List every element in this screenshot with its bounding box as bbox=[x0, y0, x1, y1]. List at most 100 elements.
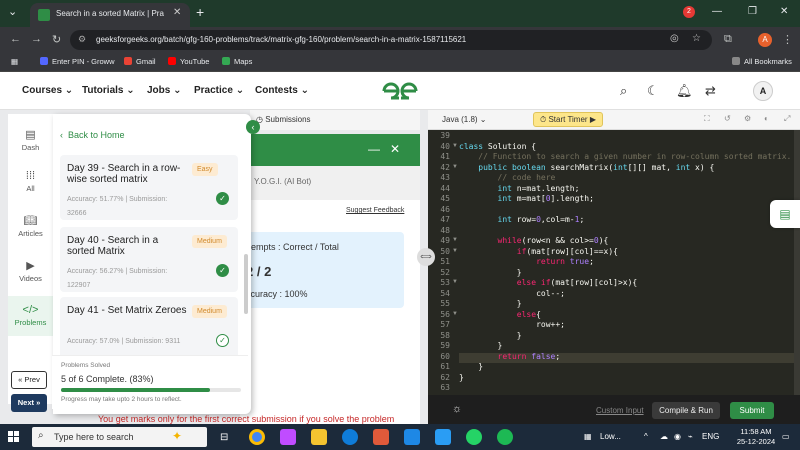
windows-start-icon[interactable] bbox=[8, 431, 20, 443]
task-view-icon[interactable]: ⊟ bbox=[220, 432, 228, 443]
onedrive-icon[interactable]: ☁ bbox=[660, 432, 668, 441]
panel-scrollbar[interactable] bbox=[244, 254, 248, 314]
gfg-logo[interactable] bbox=[380, 80, 420, 102]
chat-icon[interactable]: ▤ bbox=[770, 200, 800, 228]
weather-icon[interactable]: ▦ bbox=[584, 432, 592, 441]
chrome-icon[interactable] bbox=[249, 429, 265, 445]
fold-arrow-icon[interactable]: ▼ bbox=[452, 248, 458, 254]
fold-arrow-icon[interactable]: ▼ bbox=[452, 143, 458, 149]
settings-icon[interactable]: ⚙ bbox=[744, 114, 751, 123]
bookmark-gmail[interactable]: Gmail bbox=[124, 57, 156, 66]
nav-contests[interactable]: Contests ⌄ bbox=[255, 85, 309, 96]
problem-card[interactable]: Day 40 - Search in a sorted Matrix Accur… bbox=[60, 227, 238, 292]
expand-icon[interactable]: ⤢ bbox=[784, 114, 790, 124]
next-button[interactable]: Next » bbox=[11, 394, 47, 412]
minimize-icon[interactable]: — bbox=[712, 6, 722, 17]
store-icon[interactable] bbox=[373, 429, 389, 445]
minimize-icon[interactable]: — bbox=[368, 142, 380, 156]
taskbar-search-input[interactable]: ⌕ Type here to search ✦ bbox=[32, 427, 207, 447]
eye-off-icon[interactable]: ◎ bbox=[670, 33, 679, 44]
extensions-icon[interactable]: ⧉ bbox=[724, 33, 732, 46]
browser-tab[interactable]: Search in a sorted Matrix | Prac ✕ bbox=[30, 3, 190, 27]
line-number: 62 bbox=[440, 372, 450, 382]
pane-splitter-handle[interactable]: ⟺ bbox=[417, 248, 435, 266]
new-tab-icon[interactable]: + bbox=[196, 4, 204, 20]
bookmark-groww[interactable]: Enter PIN - Groww bbox=[40, 57, 115, 66]
profile-avatar[interactable]: A bbox=[758, 33, 772, 47]
fold-arrow-icon[interactable]: ▼ bbox=[452, 311, 458, 317]
taskbar-clock[interactable]: 11:58 AM 25-12-2024 bbox=[736, 427, 776, 447]
fold-arrow-icon[interactable]: ▼ bbox=[452, 237, 458, 243]
copilot-icon[interactable] bbox=[280, 429, 296, 445]
code-line: // code here bbox=[497, 173, 556, 182]
search-icon[interactable]: ⌕ bbox=[620, 83, 627, 99]
sidebar-item-articles[interactable]: 📖︎ Articles bbox=[8, 214, 53, 238]
gfg-favicon-icon bbox=[38, 9, 50, 21]
suggest-feedback-link[interactable]: Suggest Feedback bbox=[346, 207, 404, 214]
notification-center-icon[interactable]: ▭ bbox=[782, 432, 790, 441]
problem-card[interactable]: Day 41 - Set Matrix Zeroes Accuracy: 57.… bbox=[60, 297, 238, 362]
back-arrow-icon[interactable]: ← bbox=[10, 33, 21, 45]
camera-icon[interactable]: ◉ bbox=[674, 432, 681, 441]
tray-chevron-icon[interactable]: ^ bbox=[644, 432, 648, 441]
back-to-home-link[interactable]: ‹ Back to Home bbox=[60, 130, 125, 140]
fold-arrow-icon[interactable]: ▼ bbox=[452, 279, 458, 285]
apps-grid-icon[interactable]: ▦ bbox=[11, 57, 18, 66]
reset-icon[interactable]: ↺ bbox=[724, 114, 731, 123]
tab-title: Search in a sorted Matrix | Prac bbox=[56, 9, 164, 18]
edge-icon[interactable] bbox=[342, 429, 358, 445]
sidebar-item-problems[interactable]: </> Problems bbox=[8, 296, 53, 336]
prev-button[interactable]: « Prev bbox=[11, 371, 47, 389]
browser-menu-icon[interactable]: ⋮ bbox=[782, 33, 793, 46]
sidebar-item-all[interactable]: ⁞⁞⁞ All bbox=[8, 170, 53, 193]
site-info-icon[interactable]: ⚙ bbox=[78, 34, 86, 45]
line-number: 40 bbox=[440, 141, 450, 151]
forward-arrow-icon[interactable]: → bbox=[31, 33, 42, 45]
dark-mode-icon[interactable]: ☾ bbox=[647, 83, 659, 99]
theme-icon[interactable]: ◐ bbox=[764, 114, 769, 123]
translate-icon[interactable]: ⇄ bbox=[705, 83, 716, 99]
notification-count-badge: 2 bbox=[683, 6, 695, 18]
maximize-icon[interactable]: ❐ bbox=[748, 6, 757, 17]
weather-label[interactable]: Low... bbox=[600, 432, 621, 441]
address-bar[interactable]: ⚙ geeksforgeeks.org/batch/gfg-160-proble… bbox=[70, 30, 712, 50]
custom-input-link[interactable]: Custom Input bbox=[596, 406, 644, 415]
nav-jobs[interactable]: Jobs ⌄ bbox=[147, 85, 182, 96]
compile-run-button[interactable]: Compile & Run bbox=[652, 402, 720, 419]
bookmark-maps[interactable]: Maps bbox=[222, 57, 252, 66]
lightbulb-icon[interactable]: ☼ bbox=[452, 403, 462, 415]
nav-courses[interactable]: Courses ⌄ bbox=[22, 85, 73, 96]
send-icon[interactable] bbox=[435, 429, 451, 445]
line-number: 41 bbox=[440, 152, 450, 161]
tab-close-icon[interactable]: ✕ bbox=[173, 7, 181, 18]
file-explorer-icon[interactable] bbox=[311, 429, 327, 445]
sidebar-item-videos[interactable]: ▶ Videos bbox=[8, 259, 53, 283]
sidebar-item-dash[interactable]: ▤ Dash bbox=[8, 128, 53, 152]
tab-search-icon[interactable]: ⌄ bbox=[8, 5, 17, 18]
bookmark-youtube[interactable]: YouTube bbox=[168, 57, 209, 66]
problem-card[interactable]: Day 39 - Search in a row-wise sorted mat… bbox=[60, 155, 238, 220]
nav-tutorials[interactable]: Tutorials ⌄ bbox=[82, 85, 135, 96]
editor-scrollbar[interactable] bbox=[794, 130, 800, 395]
language-indicator[interactable]: ENG bbox=[702, 432, 719, 441]
user-avatar[interactable]: A bbox=[753, 81, 773, 101]
language-select[interactable]: Java (1.8) ⌄ bbox=[442, 115, 487, 124]
fullscreen-icon[interactable]: ⛶ bbox=[704, 114, 710, 124]
window-close-icon[interactable]: ✕ bbox=[780, 6, 788, 17]
tab-submissions[interactable]: ◷ Submissions bbox=[256, 115, 311, 124]
code-content[interactable]: class Solution { // Function to search a… bbox=[459, 130, 794, 395]
submit-button[interactable]: Submit bbox=[730, 402, 774, 419]
spotify-icon[interactable] bbox=[497, 429, 513, 445]
bookmark-star-icon[interactable]: ☆ bbox=[692, 33, 701, 44]
network-icon[interactable]: ⌁ bbox=[688, 432, 693, 441]
close-icon[interactable]: ✕ bbox=[390, 142, 400, 156]
reload-icon[interactable]: ↻ bbox=[52, 33, 61, 46]
all-bookmarks[interactable]: All Bookmarks bbox=[732, 57, 792, 66]
whatsapp-icon[interactable] bbox=[466, 429, 482, 445]
nav-practice[interactable]: Practice ⌄ bbox=[194, 85, 244, 96]
notification-bell-icon[interactable]: 🔔︎ bbox=[676, 83, 693, 99]
fold-arrow-icon[interactable]: ▼ bbox=[452, 164, 458, 170]
start-timer-button[interactable]: ⏱ Start Timer ▶ bbox=[533, 112, 603, 127]
collapse-panel-icon[interactable]: ‹ bbox=[246, 120, 260, 134]
mail-icon[interactable] bbox=[404, 429, 420, 445]
